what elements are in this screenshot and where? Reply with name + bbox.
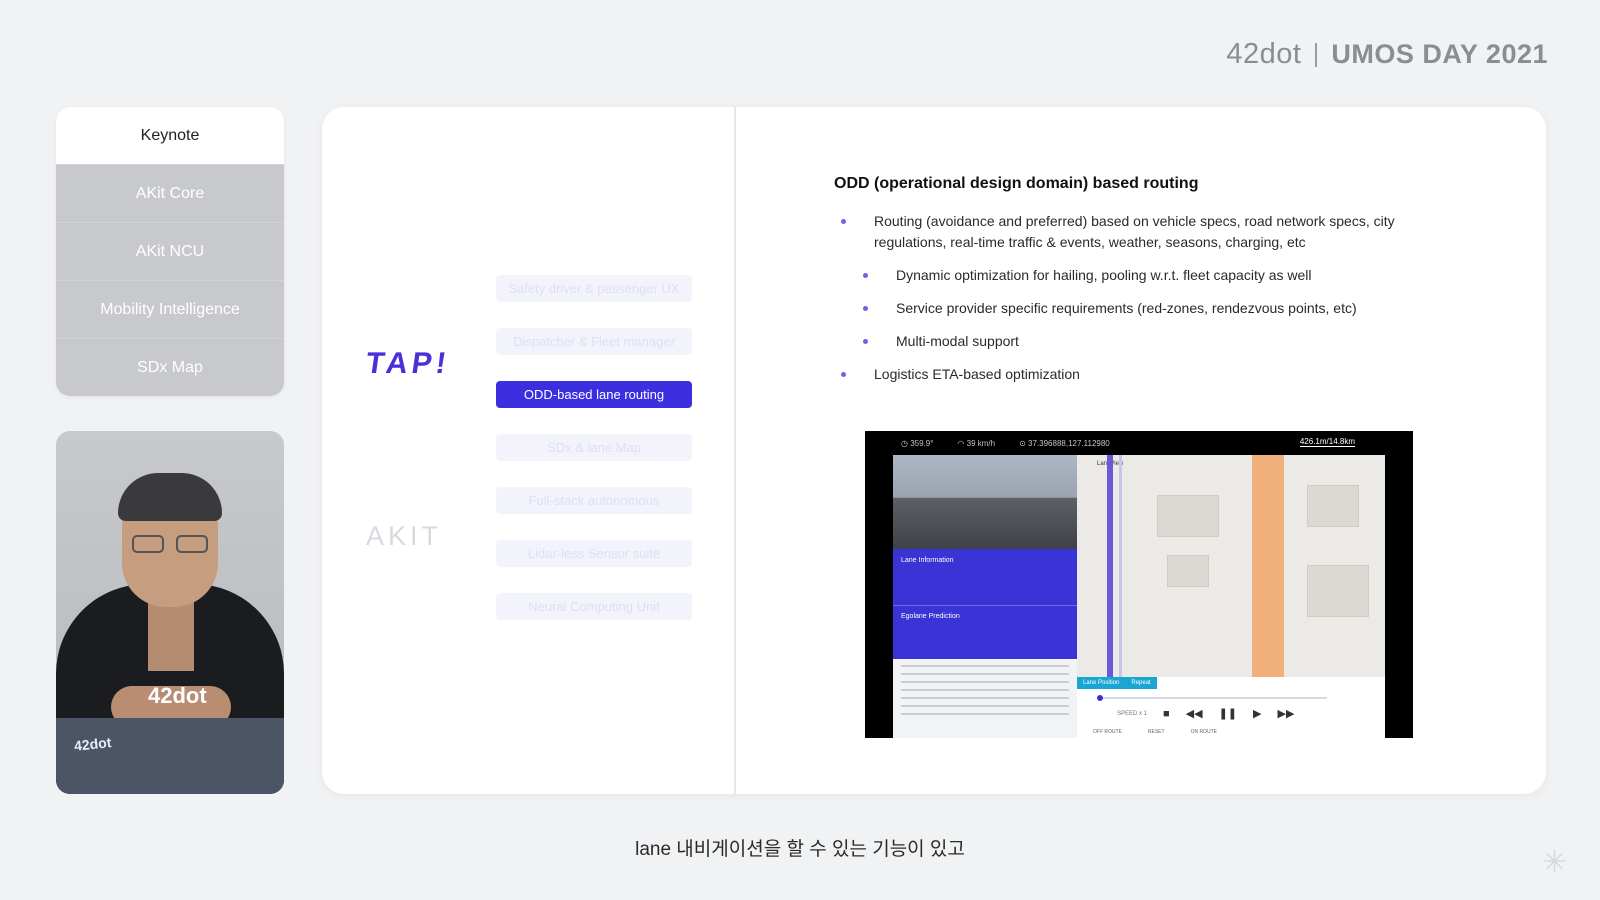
pill-safety-driver-ux: Safety driver & passenger UX	[496, 275, 692, 302]
pill-odd-lane-routing: ODD-based lane routing	[496, 381, 692, 408]
speed-readout: ◠ 39 km/h	[957, 438, 996, 448]
speed-control-label: SPEED x 1	[1117, 710, 1148, 717]
speaker-desk	[56, 718, 284, 794]
reset-label: RESET	[1147, 729, 1165, 735]
lane-routing-demo-screenshot: ◷ 359.9° ◠ 39 km/h ⊙ 37.396888,127.11298…	[865, 431, 1413, 738]
brand-logo: 42dot	[1226, 38, 1302, 70]
road-segment	[1252, 455, 1284, 677]
bullet-item: Routing (avoidance and preferred) based …	[834, 211, 1414, 253]
bullet-text: Dynamic optimization for hailing, poolin…	[896, 267, 1312, 283]
nav-item-keynote[interactable]: Keynote	[56, 107, 284, 164]
brand-separator	[1315, 42, 1318, 67]
distance-readout: 426.1m/14.8km	[1299, 437, 1355, 447]
bullet-dot-icon	[841, 372, 846, 377]
speaker-hair	[118, 473, 222, 521]
nav-item-akit-core[interactable]: AKit Core	[56, 164, 284, 222]
fast-forward-icon: ▶▶	[1277, 708, 1295, 720]
front-camera-view	[893, 455, 1077, 549]
playback-controls: Lane Position Repeat SPEED x 1 ■ ◀◀ ❚❚ ▶…	[1077, 677, 1385, 738]
route-actions: OFF ROUTE RESET ON ROUTE	[1093, 729, 1217, 735]
tap-logo: TAP!	[363, 347, 453, 380]
pill-neural-computing: Neural Computing Unit	[496, 593, 692, 620]
lane-info-title: Lane Information	[901, 557, 954, 564]
heading-readout: ◷ 359.9°	[901, 438, 934, 448]
akit-logo: AKIT	[366, 521, 443, 551]
bullet-item: Multi-modal support	[834, 331, 1414, 352]
nav-item-akit-ncu[interactable]: AKit NCU	[56, 222, 284, 280]
stop-icon: ■	[1163, 707, 1170, 720]
bullet-dot-icon	[863, 339, 868, 344]
playback-buttons: SPEED x 1 ■ ◀◀ ❚❚ ▶ ▶▶	[1117, 707, 1295, 721]
presentation-slide: TAP! AKIT Safety driver & passenger UX D…	[322, 107, 1546, 794]
map-block	[1307, 565, 1369, 617]
playback-progress	[1097, 695, 1327, 701]
lane-position-toggle: Lane Position	[1077, 677, 1126, 689]
bullet-item: Service provider specific requirements (…	[834, 298, 1414, 319]
bullet-text: Service provider specific requirements (…	[896, 300, 1357, 316]
lane-log-text	[893, 659, 1077, 738]
off-route-label: OFF ROUTE	[1093, 729, 1122, 735]
bullet-text: Multi-modal support	[896, 333, 1019, 349]
demo-status-bar: ◷ 359.9° ◠ 39 km/h ⊙ 37.396888,127.11298…	[865, 431, 1413, 455]
slide-heading: ODD (operational design domain) based ro…	[834, 175, 1199, 192]
session-nav: Keynote AKit Core AKit NCU Mobility Inte…	[56, 107, 284, 396]
lane-map-view: LaneView	[1077, 455, 1385, 677]
brand-header: 42dot UMOS DAY 2021	[1226, 38, 1548, 71]
shirt-logo-text: 42dot	[148, 683, 207, 708]
video-subtitle: lane 내비게이션을 할 수 있는 기능이 있고	[635, 839, 965, 860]
bullet-dot-icon	[863, 273, 868, 278]
rewind-icon: ◀◀	[1185, 708, 1203, 720]
pill-sdx-lane-map: SDx & lane Map	[496, 434, 692, 461]
bullet-dot-icon	[841, 219, 846, 224]
nav-item-sdx-map[interactable]: SDx Map	[56, 338, 284, 396]
lane-panel-divider	[893, 605, 1077, 606]
bullet-dot-icon	[863, 306, 868, 311]
bullet-text: Logistics ETA-based optimization	[874, 366, 1080, 382]
speaker-neck	[148, 601, 194, 671]
bullet-list: Routing (avoidance and preferred) based …	[834, 211, 1414, 397]
speaker-glasses	[132, 535, 208, 555]
play-icon: ▶	[1253, 708, 1262, 720]
slide-divider	[734, 107, 736, 794]
sparkle-icon: ✳	[1542, 846, 1568, 879]
map-block	[1307, 485, 1359, 527]
nav-item-mobility-intelligence[interactable]: Mobility Intelligence	[56, 280, 284, 338]
coords-readout: ⊙ 37.396888,127.112980	[1019, 438, 1110, 448]
route-line	[1107, 455, 1113, 677]
speaker-video[interactable]: 42dot 42dot	[56, 431, 284, 794]
map-block	[1157, 495, 1219, 537]
egolane-title: Egolane Prediction	[901, 613, 960, 620]
pill-full-stack-autonomous: Full-stack autonomous	[496, 487, 692, 514]
on-route-label: ON ROUTE	[1190, 729, 1217, 735]
map-block	[1167, 555, 1209, 587]
repeat-toggle: Repeat	[1125, 677, 1157, 689]
progress-handle	[1097, 695, 1103, 701]
pause-icon: ❚❚	[1218, 708, 1238, 720]
bullet-text: Routing (avoidance and preferred) based …	[874, 213, 1395, 250]
event-title: UMOS DAY 2021	[1331, 39, 1548, 69]
pill-dispatcher-fleet: Dispatcher & Fleet manager	[496, 328, 692, 355]
lane-info-panel: Lane Information Egolane Prediction	[893, 549, 1077, 659]
pill-lidar-less-sensor: Lidar-less Sensor suite	[496, 540, 692, 567]
option-tags: Lane Position Repeat	[1077, 677, 1157, 689]
route-line-secondary	[1119, 455, 1122, 677]
bullet-item: Logistics ETA-based optimization	[834, 364, 1414, 385]
bullet-item: Dynamic optimization for hailing, poolin…	[834, 265, 1414, 286]
